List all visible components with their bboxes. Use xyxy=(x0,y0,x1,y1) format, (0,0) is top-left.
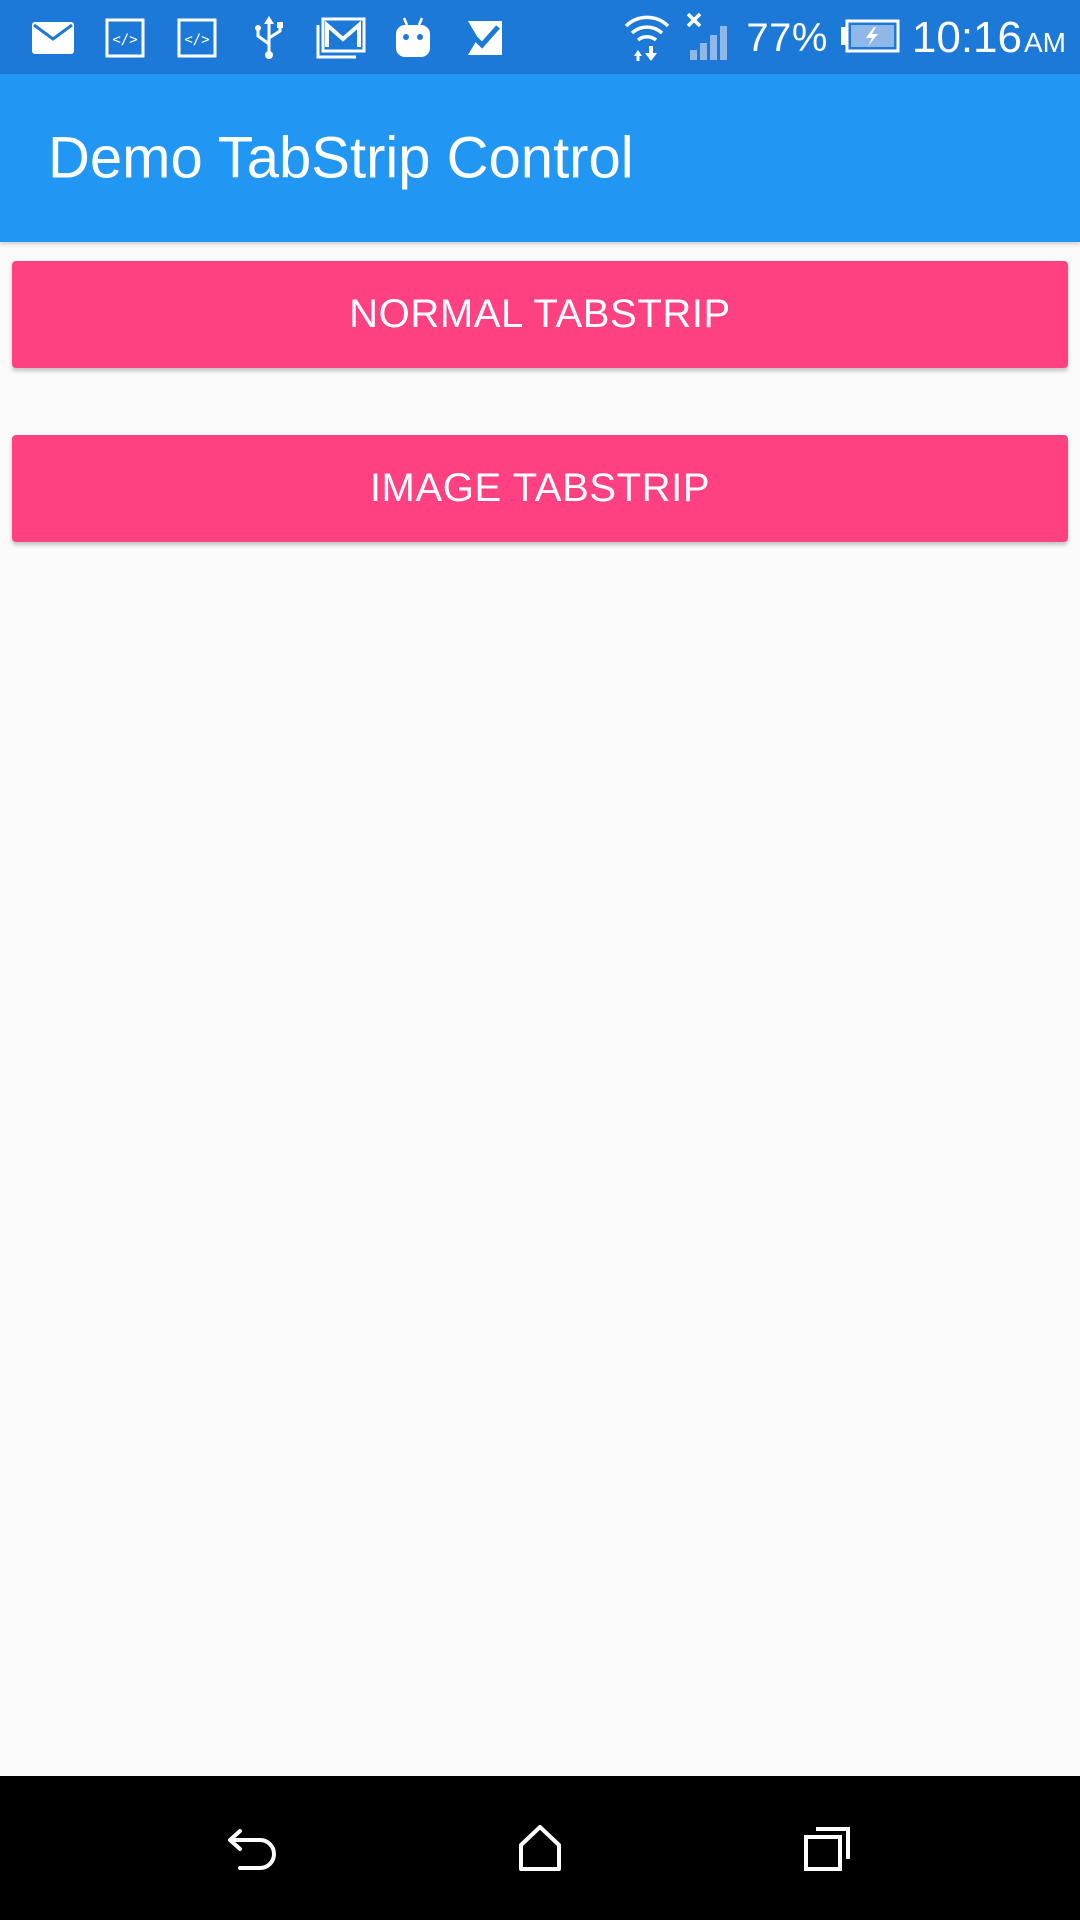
home-icon[interactable] xyxy=(490,1798,590,1898)
status-bar: </> </> 77% 10:16 AM xyxy=(0,0,1080,74)
back-icon[interactable] xyxy=(204,1798,304,1898)
clock-time: 10:16 xyxy=(911,13,1022,62)
navigation-bar xyxy=(0,1776,1080,1920)
clock-ampm: AM xyxy=(1024,27,1066,58)
mail-icon xyxy=(28,14,78,62)
usb-icon xyxy=(244,14,294,62)
svg-text:</>: </> xyxy=(112,32,137,48)
code-icon: </> xyxy=(100,14,150,62)
system-status: 77% 10:16 AM xyxy=(622,8,1066,68)
page-title: Demo TabStrip Control xyxy=(48,125,634,191)
signal-icon xyxy=(684,10,734,67)
clock: 10:16 AM xyxy=(912,13,1066,63)
battery-icon xyxy=(840,19,900,58)
image-tabstrip-button[interactable]: IMAGE TABSTRIP xyxy=(12,435,1068,542)
task-check-icon xyxy=(460,14,510,62)
main-content: NORMAL TABSTRIP IMAGE TABSTRIP xyxy=(0,242,1080,1776)
android-icon xyxy=(388,14,438,62)
screen: </> </> 77% 10:16 AM Demo TabStrip Contr… xyxy=(0,0,1080,1920)
gmail-icon xyxy=(316,14,366,62)
wifi-icon xyxy=(622,10,672,67)
notification-icons: </> </> xyxy=(28,14,510,62)
battery-percent: 77% xyxy=(746,15,828,60)
normal-tabstrip-button[interactable]: NORMAL TABSTRIP xyxy=(12,261,1068,368)
app-bar: Demo TabStrip Control xyxy=(0,74,1080,242)
svg-text:</>: </> xyxy=(184,32,209,48)
recents-icon[interactable] xyxy=(778,1798,878,1898)
code-icon: </> xyxy=(172,14,222,62)
